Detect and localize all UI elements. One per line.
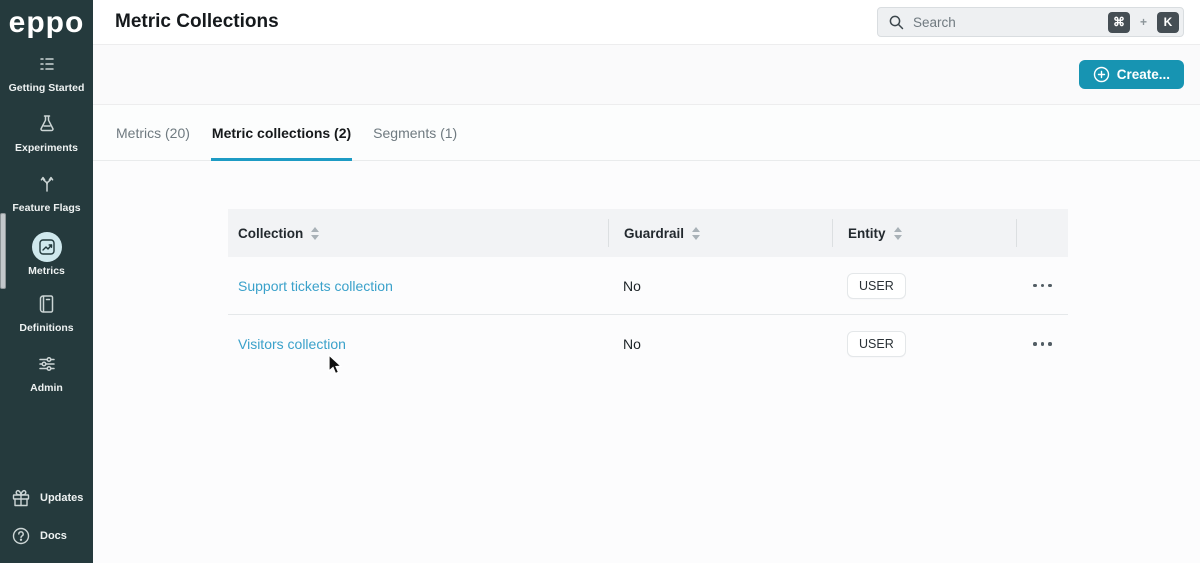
guardrail-cell: No [608,336,832,352]
sidebar-nav: Getting Started Experiments Feature Flag… [0,46,93,406]
checklist-icon [36,52,58,76]
eppo-logo[interactable]: eppo [9,0,85,46]
sidebar-item-definitions[interactable]: Definitions [0,286,93,346]
tab-metrics[interactable]: Metrics (20) [115,125,191,161]
column-header-actions [1016,219,1068,247]
metrics-chart-icon [31,232,62,262]
collection-cell: Visitors collection [228,336,608,352]
sort-icon[interactable] [311,226,320,240]
sidebar-footer-label: Docs [40,530,67,542]
create-button[interactable]: Create... [1078,60,1184,89]
sidebar-item-label: Admin [30,382,63,394]
sort-icon[interactable] [692,226,701,240]
collections-table: Collection Guardrail Entity Support tick… [228,209,1068,373]
entity-cell: USER [832,272,1016,299]
row-menu-ellipsis-icon[interactable] [1033,283,1052,288]
table-row: Support tickets collection No USER [228,257,1068,315]
tab-segments[interactable]: Segments (1) [372,125,458,161]
collection-link[interactable]: Support tickets collection [238,278,393,294]
sidebar-item-label: Definitions [19,322,74,334]
sidebar-footer-label: Updates [40,492,84,504]
collection-cell: Support tickets collection [228,278,608,294]
tab-metric-collections[interactable]: Metric collections (2) [210,125,353,161]
row-menu-ellipsis-icon[interactable] [1033,342,1052,346]
sidebar: eppo Getting Started Experiments Feature… [0,0,93,563]
book-icon [36,292,58,316]
guardrail-value: No [623,336,641,352]
table-header-row: Collection Guardrail Entity [228,209,1068,257]
content-area: Collection Guardrail Entity Support tick… [93,161,1200,563]
column-header-guardrail[interactable]: Guardrail [608,219,832,247]
gift-icon [10,487,32,509]
sidebar-item-metrics[interactable]: Metrics [0,226,93,286]
actions-cell [1016,272,1068,300]
tab-bar: Metrics (20) Metric collections (2) Segm… [93,105,1200,161]
sidebar-scrollbar[interactable] [0,213,6,289]
guardrail-value: No [623,277,641,294]
create-button-label: Create... [1116,67,1170,82]
sidebar-item-updates[interactable]: Updates [10,479,93,517]
column-label: Collection [238,225,304,241]
help-circle-icon [10,525,32,547]
sidebar-item-label: Getting Started [8,82,85,94]
plus-circle-icon [1093,66,1110,83]
column-header-collection[interactable]: Collection [228,219,608,247]
action-band: Create... [93,45,1200,105]
column-label: Guardrail [624,225,685,241]
collection-link[interactable]: Visitors collection [238,336,346,352]
search-input[interactable] [913,14,1100,30]
entity-cell: USER [832,331,1016,357]
sidebar-item-admin[interactable]: Admin [0,346,93,406]
top-bar: Metric Collections ⌘ + K [93,0,1200,45]
entity-badge: USER [847,272,906,299]
shortcut-plus: + [1139,15,1147,29]
sidebar-footer: Updates Docs [0,479,93,563]
page-title: Metric Collections [115,11,279,32]
column-label: Entity [848,225,886,241]
sidebar-item-label: Experiments [14,142,79,154]
guardrail-cell: No [608,278,832,294]
sidebar-item-experiments[interactable]: Experiments [0,106,93,166]
sidebar-item-label: Feature Flags [12,202,81,214]
sidebar-item-feature-flags[interactable]: Feature Flags [0,166,93,226]
actions-cell [1016,330,1068,358]
flask-icon [36,112,58,136]
main-area: Metric Collections ⌘ + K Cre [93,0,1200,563]
search-box[interactable]: ⌘ + K [877,7,1184,37]
entity-badge: USER [847,331,906,357]
sidebar-item-getting-started[interactable]: Getting Started [0,46,93,106]
search-icon [888,14,905,31]
column-header-entity[interactable]: Entity [832,219,1016,247]
sliders-icon [36,352,58,376]
sort-icon[interactable] [893,226,902,240]
sidebar-item-docs[interactable]: Docs [10,517,93,555]
cmd-key-badge: ⌘ [1107,11,1130,33]
k-key-badge: K [1157,11,1179,33]
table-row: Visitors collection No USER [228,315,1068,373]
sidebar-item-label: Metrics [28,265,65,277]
branch-arrows-icon [36,172,58,196]
